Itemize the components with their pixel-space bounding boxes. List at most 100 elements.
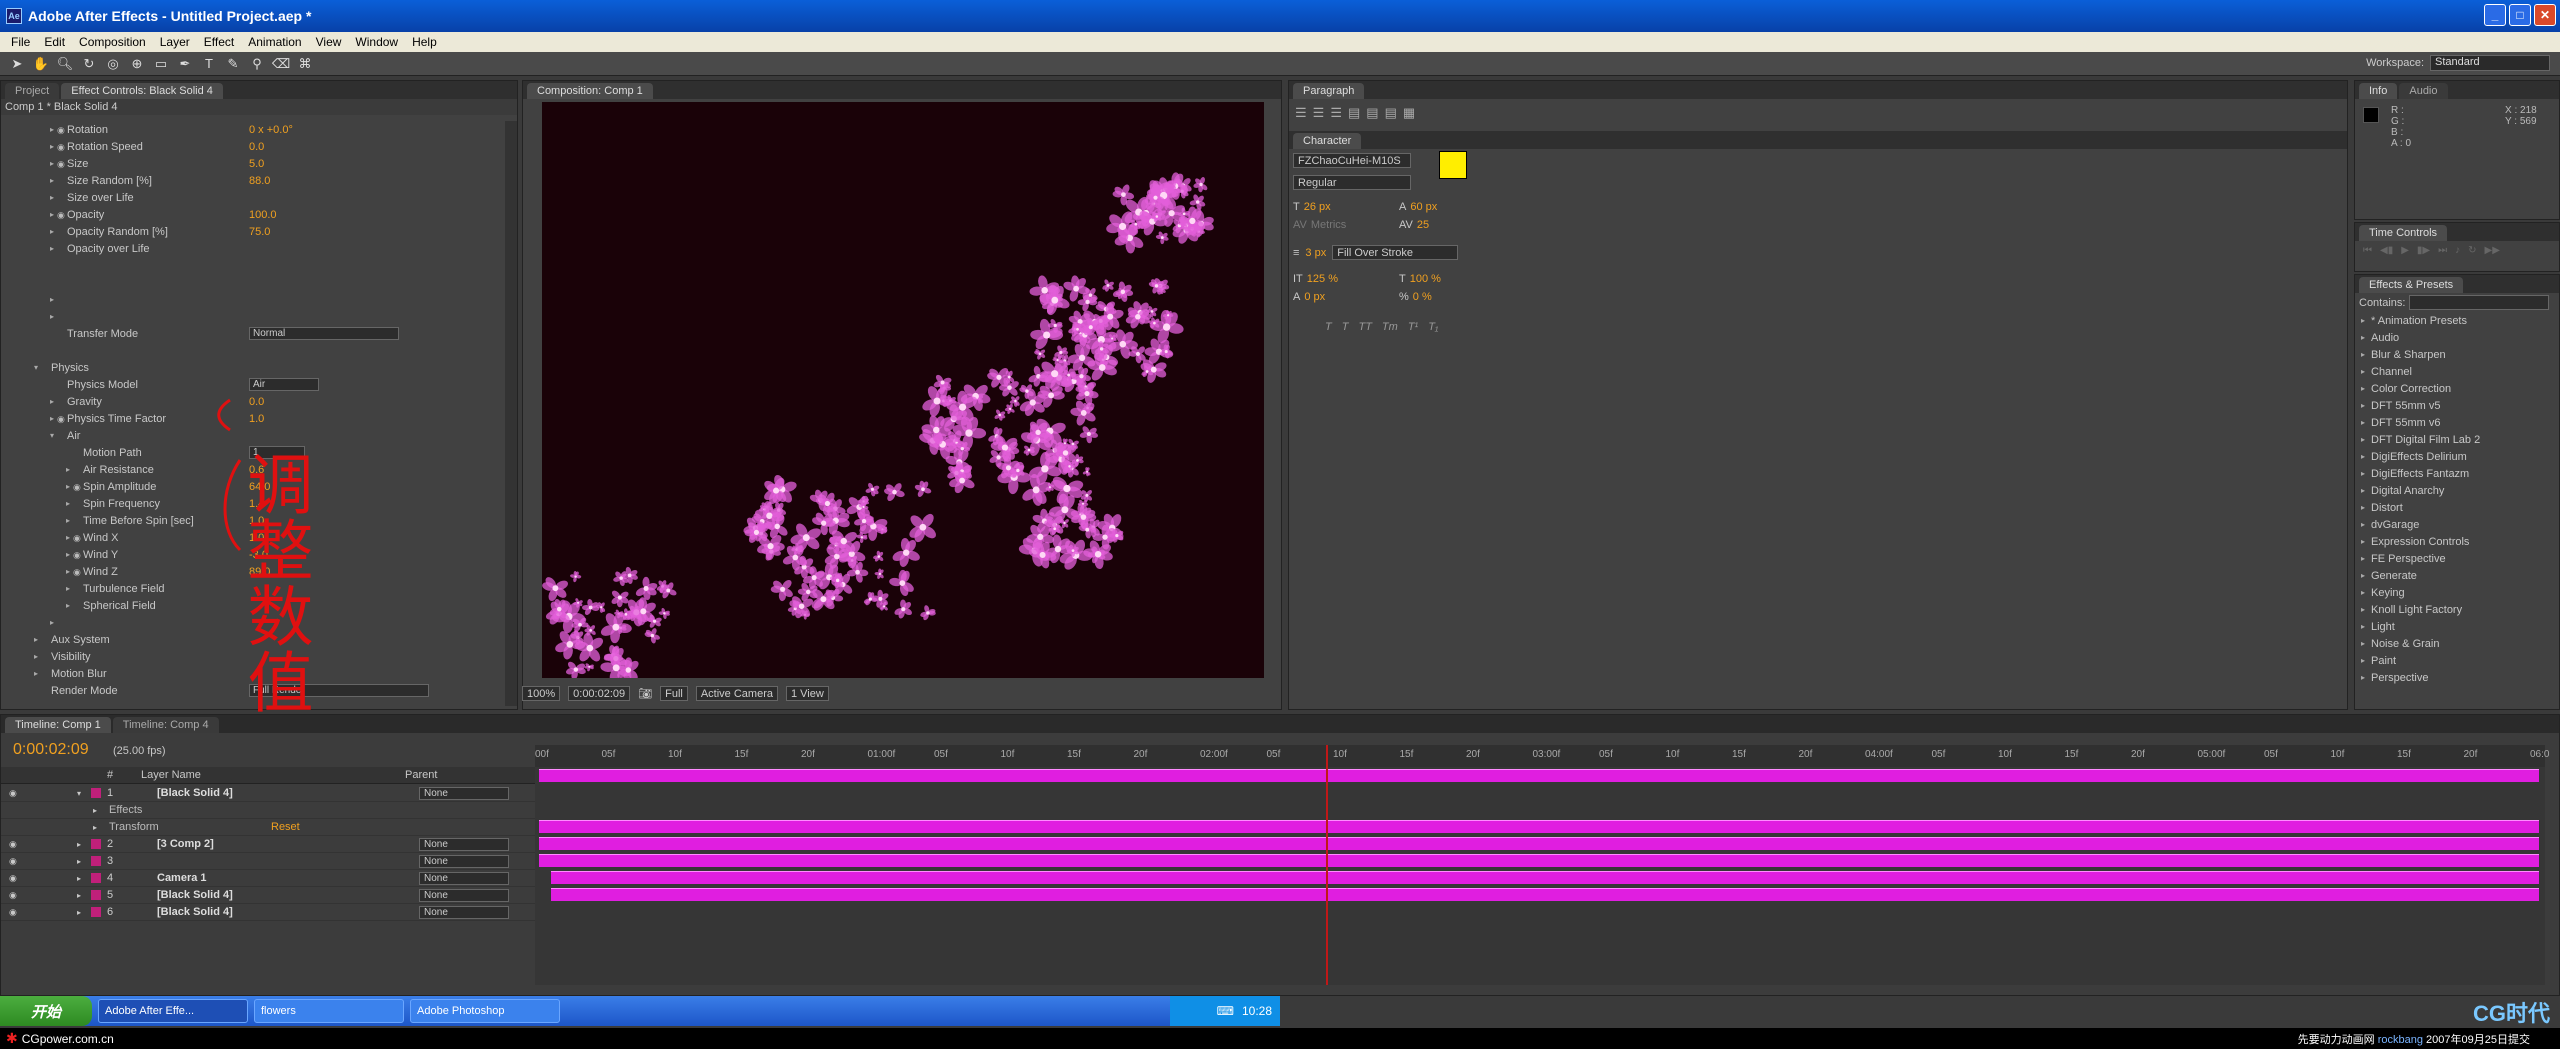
expand-triangle-icon[interactable]: ▸ xyxy=(2361,588,2371,597)
layer-name[interactable]: [Black Solid 4] xyxy=(157,906,233,918)
timeline-layer-row[interactable]: ◉ ▸ 6 [Black Solid 4] None xyxy=(1,904,541,921)
stopwatch-icon[interactable]: ◉ xyxy=(57,414,67,424)
timeline-layer-row[interactable]: ◉ ▾ 1 [Black Solid 4] None xyxy=(1,785,541,802)
menu-composition[interactable]: Composition xyxy=(72,35,153,49)
layer-duration-bar[interactable] xyxy=(539,820,2539,833)
visibility-eye-icon[interactable]: ◉ xyxy=(9,907,17,918)
mask-tool-icon[interactable]: ▭ xyxy=(152,55,170,73)
layer-name[interactable]: [Black Solid 4] xyxy=(157,889,233,901)
effect-property-row[interactable]: Transfer Mode Normal xyxy=(1,325,517,342)
disclosure-triangle-icon[interactable]: ▸ xyxy=(31,669,41,678)
expand-triangle-icon[interactable]: ▸ xyxy=(2361,639,2371,648)
disclosure-triangle-icon[interactable]: ▸ xyxy=(47,397,57,406)
tracking-value[interactable]: 25 xyxy=(1417,219,1429,231)
disclosure-triangle-icon[interactable]: ▸ xyxy=(47,312,57,321)
layer-label-color-swatch[interactable] xyxy=(91,890,101,900)
layer-parent-dropdown[interactable]: None xyxy=(419,905,509,919)
tab-effects-presets[interactable]: Effects & Presets xyxy=(2359,277,2464,293)
audio-icon[interactable]: ♪ xyxy=(2455,245,2460,256)
disclosure-triangle-icon[interactable]: ▸ xyxy=(63,499,73,508)
rotate-tool-icon[interactable]: ↻ xyxy=(80,55,98,73)
visibility-eye-icon[interactable]: ◉ xyxy=(9,856,17,867)
stopwatch-icon[interactable]: ◉ xyxy=(57,159,67,169)
effect-property-row[interactable]: ▸ ◉ Size 5.0 xyxy=(1,155,517,172)
timeline-tracks[interactable] xyxy=(535,767,2545,985)
layer-duration-bar[interactable] xyxy=(551,888,2539,901)
disclosure-triangle-icon[interactable]: ▸ xyxy=(31,652,41,661)
layer-duration-bar[interactable] xyxy=(539,769,2539,782)
effects-category-item[interactable]: ▸ Paint xyxy=(2355,652,2559,669)
expand-triangle-icon[interactable]: ▸ xyxy=(2361,316,2371,325)
layer-label-color-swatch[interactable] xyxy=(91,856,101,866)
menu-file[interactable]: File xyxy=(4,35,37,49)
tab-time-controls[interactable]: Time Controls xyxy=(2359,225,2448,241)
selection-tool-icon[interactable]: ➤ xyxy=(8,55,26,73)
leading-value[interactable]: 60 px xyxy=(1410,201,1437,213)
disclosure-triangle-icon[interactable]: ▸ xyxy=(47,159,57,168)
tab-effect-controls[interactable]: Effect Controls: Black Solid 4 xyxy=(61,83,223,99)
layer-expand-triangle-icon[interactable]: ▸ xyxy=(77,840,81,849)
superscript-icon[interactable]: T¹ xyxy=(1408,321,1418,333)
expand-triangle-icon[interactable]: ▸ xyxy=(2361,401,2371,410)
effects-category-item[interactable]: ▸ Knoll Light Factory xyxy=(2355,601,2559,618)
loop-icon[interactable]: ↻ xyxy=(2468,245,2476,256)
snapshot-icon[interactable]: 📷︎ xyxy=(638,687,652,700)
ram-preview-icon[interactable]: ▶▶ xyxy=(2485,245,2500,256)
current-time-field[interactable]: 0:00:02:09 xyxy=(568,686,631,701)
justify-all-icon[interactable]: ▦ xyxy=(1403,105,1415,121)
layer-duration-bar[interactable] xyxy=(539,854,2539,867)
composition-viewer[interactable] xyxy=(542,102,1264,678)
faux-bold-icon[interactable]: T xyxy=(1325,321,1332,333)
menu-edit[interactable]: Edit xyxy=(37,35,72,49)
disclosure-triangle-icon[interactable]: ▸ xyxy=(63,550,73,559)
layer-duration-bar[interactable] xyxy=(539,837,2539,850)
expand-triangle-icon[interactable]: ▸ xyxy=(2361,656,2371,665)
orbit-camera-tool-icon[interactable]: ◎ xyxy=(104,55,122,73)
zoom-dropdown[interactable]: 100% xyxy=(522,686,561,701)
disclosure-triangle-icon[interactable]: ▸ xyxy=(47,414,57,423)
brush-tool-icon[interactable]: ✎ xyxy=(224,55,242,73)
effect-property-value[interactable]: 5.0 xyxy=(249,158,264,170)
effects-category-item[interactable]: ▸ FE Perspective xyxy=(2355,550,2559,567)
visibility-eye-icon[interactable]: ◉ xyxy=(9,839,17,850)
layer-parent-dropdown[interactable]: None xyxy=(419,888,509,902)
layer-property-group[interactable]: ▸ Transform Reset xyxy=(1,819,541,836)
effect-property-row[interactable]: ▸ ◉ Rotation 0 x +0.0° xyxy=(1,121,517,138)
workspace-dropdown[interactable]: Standard xyxy=(2430,55,2550,71)
eraser-tool-icon[interactable]: ⌫ xyxy=(272,55,290,73)
disclosure-triangle-icon[interactable]: ▸ xyxy=(63,533,73,542)
justify-center-icon[interactable]: ▤ xyxy=(1366,105,1378,121)
justify-right-icon[interactable]: ▤ xyxy=(1385,105,1397,121)
layer-label-color-swatch[interactable] xyxy=(91,788,101,798)
disclosure-triangle-icon[interactable]: ▸ xyxy=(47,618,57,627)
layer-label-color-swatch[interactable] xyxy=(91,907,101,917)
effect-property-row[interactable] xyxy=(1,274,517,291)
disclosure-triangle-icon[interactable]: ▸ xyxy=(63,465,73,474)
disclosure-triangle-icon[interactable]: ▸ xyxy=(47,227,57,236)
start-button[interactable]: 开始 xyxy=(0,996,92,1026)
stopwatch-icon[interactable]: ◉ xyxy=(73,550,83,560)
stopwatch-icon[interactable]: ◉ xyxy=(57,210,67,220)
tab-character[interactable]: Character xyxy=(1293,133,1362,149)
effects-category-item[interactable]: ▸ Expression Controls xyxy=(2355,533,2559,550)
timeline-layer-row[interactable]: ◉ ▸ 5 [Black Solid 4] None xyxy=(1,887,541,904)
property-group-name[interactable]: Transform xyxy=(109,821,159,833)
layer-expand-triangle-icon[interactable]: ▸ xyxy=(77,857,81,866)
all-caps-icon[interactable]: TT xyxy=(1358,321,1371,333)
effect-property-row[interactable]: ▾ Physics xyxy=(1,359,517,376)
effects-category-item[interactable]: ▸ DFT Digital Film Lab 2 xyxy=(2355,431,2559,448)
effect-property-row[interactable]: ▸ Opacity Random [%] 75.0 xyxy=(1,223,517,240)
disclosure-triangle-icon[interactable]: ▸ xyxy=(63,516,73,525)
layer-expand-triangle-icon[interactable]: ▸ xyxy=(77,874,81,883)
effect-controls-scrollbar[interactable] xyxy=(505,121,517,706)
layer-parent-dropdown[interactable]: None xyxy=(419,854,509,868)
layer-name[interactable]: [Black Solid 4] xyxy=(157,787,233,799)
expand-triangle-icon[interactable]: ▸ xyxy=(2361,350,2371,359)
visibility-eye-icon[interactable]: ◉ xyxy=(9,873,17,884)
effects-category-item[interactable]: ▸ DigiEffects Fantazm xyxy=(2355,465,2559,482)
expand-triangle-icon[interactable]: ▸ xyxy=(2361,503,2371,512)
effects-category-item[interactable]: ▸ Blur & Sharpen xyxy=(2355,346,2559,363)
effect-property-value[interactable]: 75.0 xyxy=(249,226,270,238)
fill-color-swatch[interactable] xyxy=(1439,151,1467,179)
baseline-shift-value[interactable]: 0 px xyxy=(1304,291,1325,303)
